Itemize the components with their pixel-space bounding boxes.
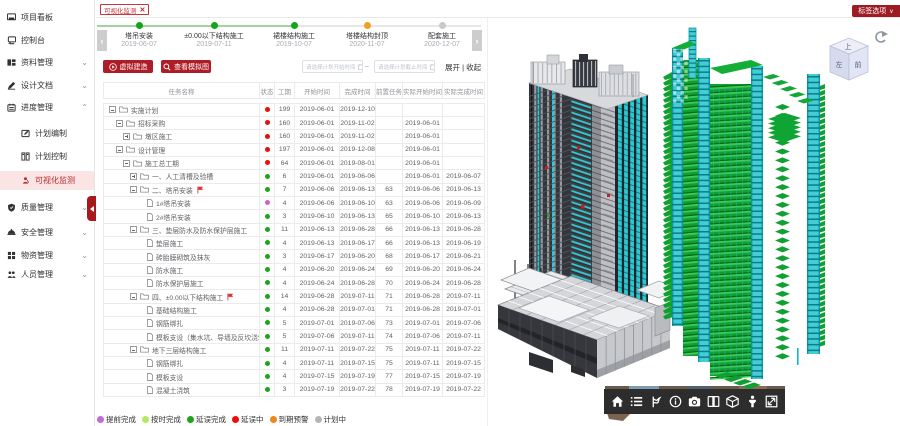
svg-text:上: 上 [845, 42, 852, 51]
svg-text:前: 前 [855, 60, 862, 69]
svg-text:左: 左 [836, 60, 843, 69]
